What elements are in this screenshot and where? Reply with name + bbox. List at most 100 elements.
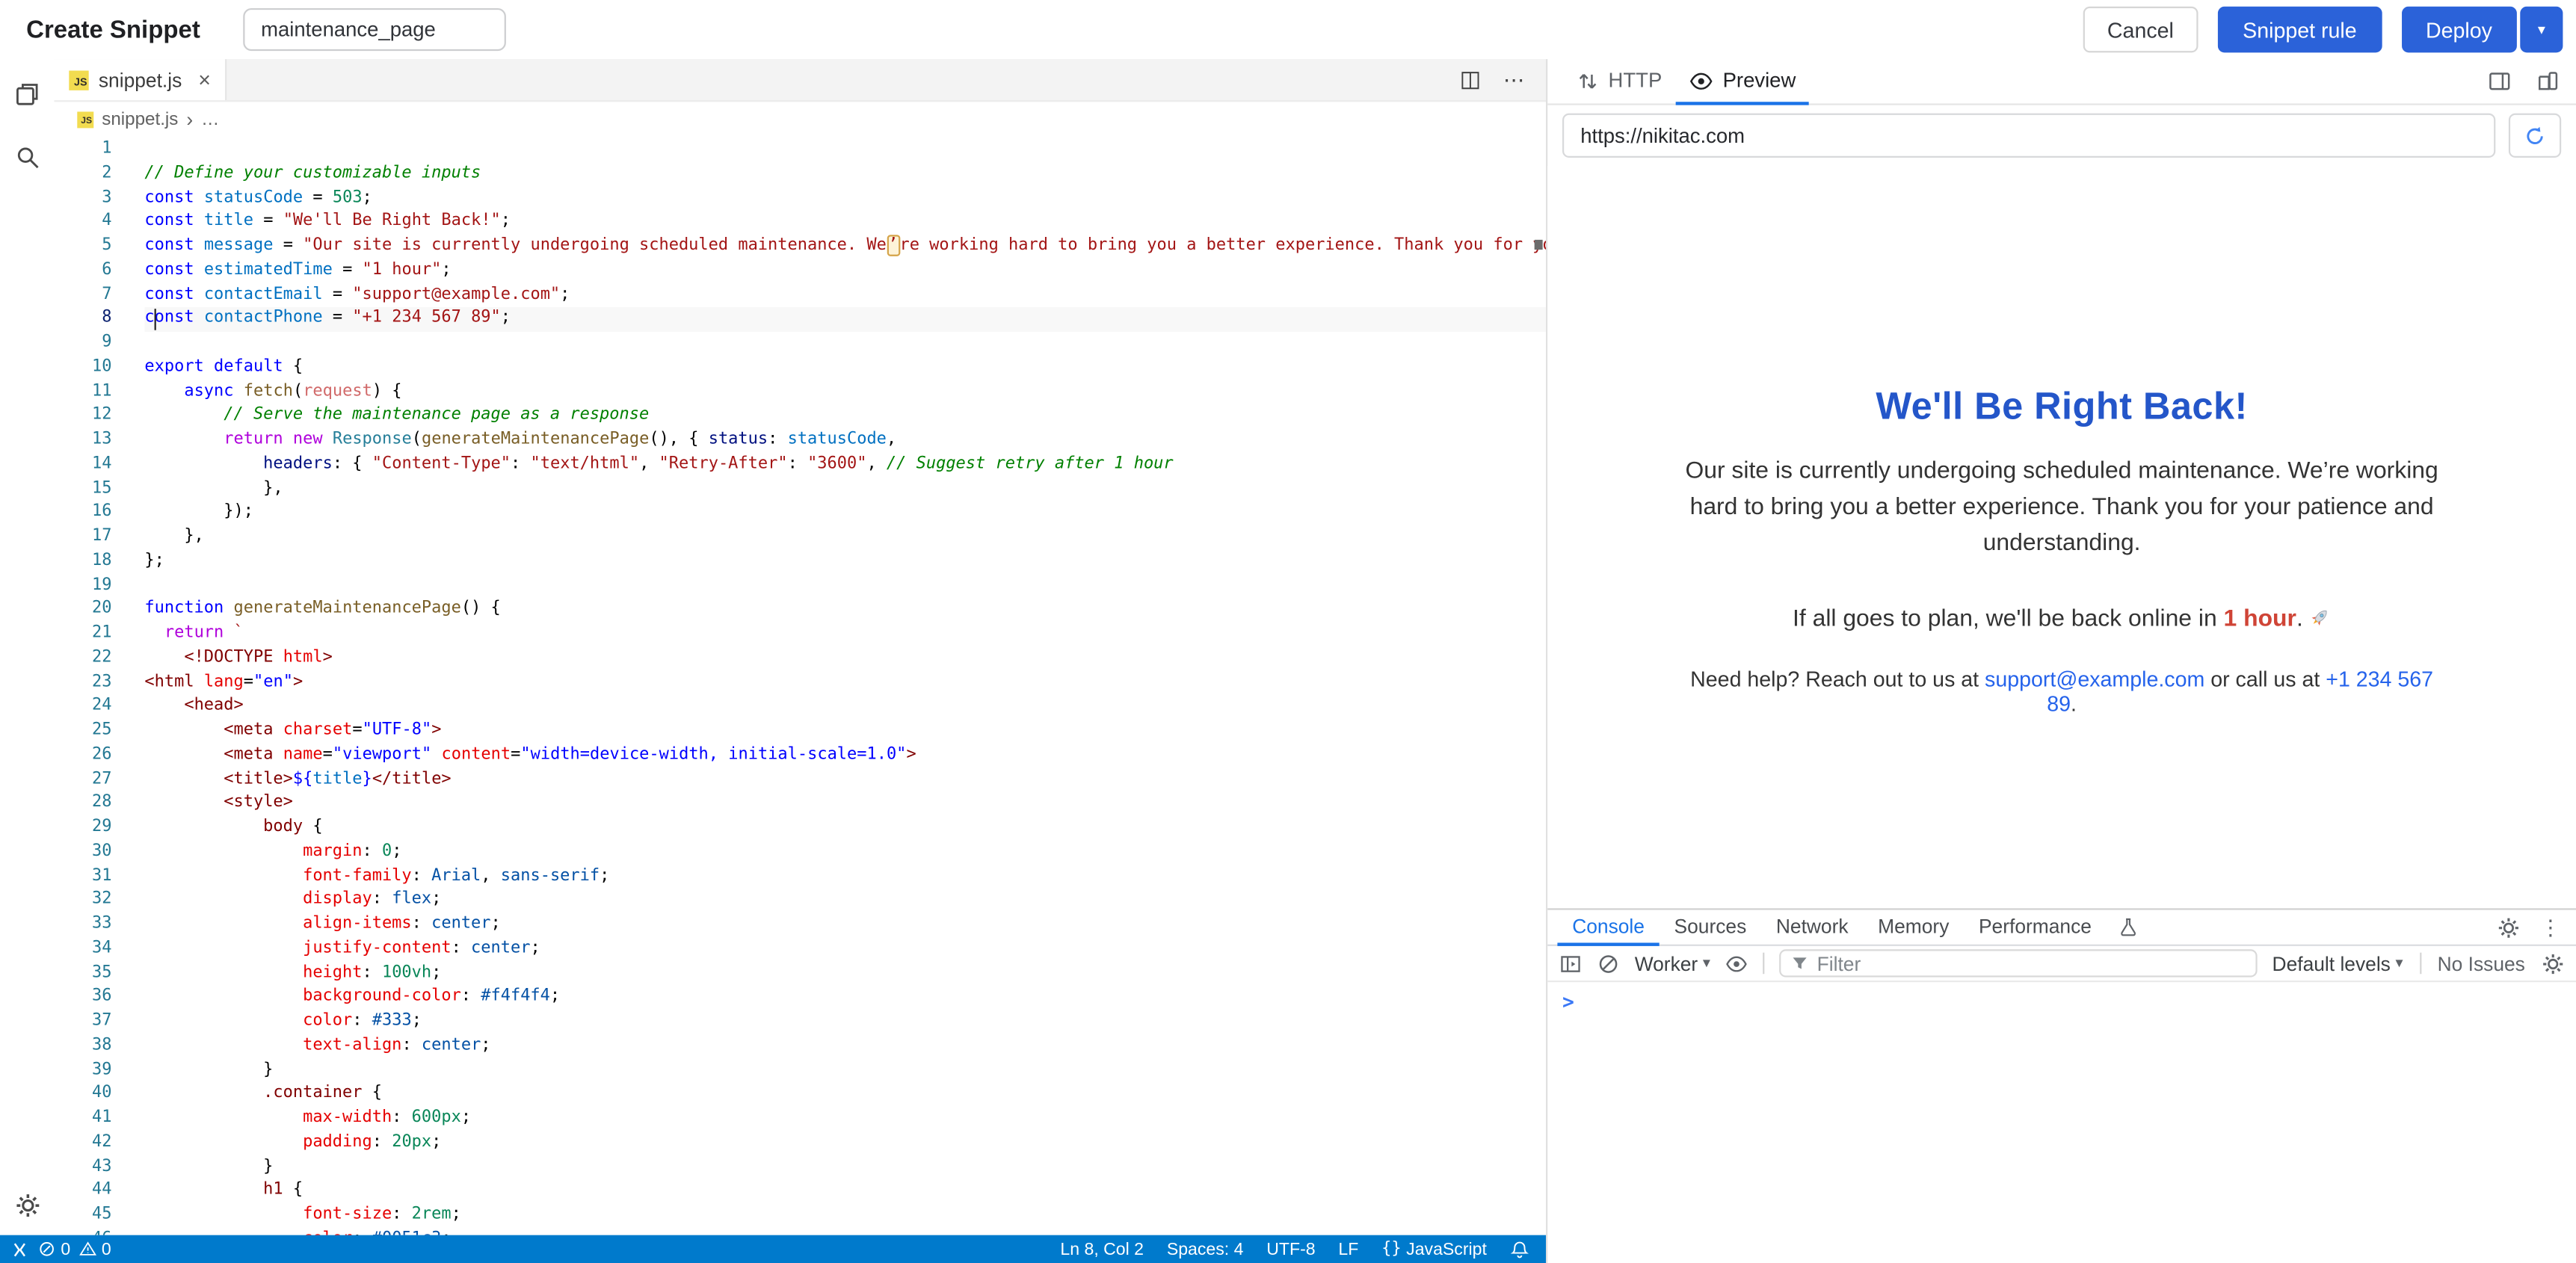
- code-line[interactable]: export default {: [144, 356, 1546, 380]
- encoding[interactable]: UTF-8: [1266, 1239, 1315, 1259]
- code-line[interactable]: const contactEmail = "support@example.co…: [144, 283, 1546, 307]
- problems-warnings[interactable]: 0: [78, 1239, 111, 1259]
- code-line[interactable]: return new Response(generateMaintenanceP…: [144, 429, 1546, 453]
- cancel-button[interactable]: Cancel: [2083, 7, 2198, 53]
- line-number[interactable]: 5: [55, 235, 112, 259]
- kebab-menu-icon[interactable]: ⋮: [2540, 914, 2562, 940]
- line-number[interactable]: 16: [55, 501, 112, 525]
- line-number[interactable]: 17: [55, 525, 112, 549]
- more-actions-icon[interactable]: ⋯: [1503, 69, 1526, 90]
- line-number[interactable]: 34: [55, 937, 112, 961]
- line-number[interactable]: 18: [55, 550, 112, 574]
- settings-gear-icon[interactable]: [14, 1193, 40, 1219]
- issues-counter[interactable]: No Issues: [2438, 952, 2525, 975]
- devtools-tab-network[interactable]: Network: [1761, 910, 1863, 946]
- line-number[interactable]: 46: [55, 1228, 112, 1235]
- code-line[interactable]: [144, 332, 1546, 356]
- log-levels-selector[interactable]: Default levels ▾: [2273, 952, 2403, 975]
- code-line[interactable]: const title = "We'll Be Right Back!";: [144, 211, 1546, 235]
- code-line[interactable]: background-color: #f4f4f4;: [144, 986, 1546, 1010]
- code-line[interactable]: font-size: 2rem;: [144, 1204, 1546, 1228]
- code-line[interactable]: text-align: center;: [144, 1034, 1546, 1058]
- tab-close-icon[interactable]: ×: [198, 69, 211, 90]
- code-line[interactable]: }: [144, 1058, 1546, 1082]
- console-filter-input[interactable]: Filter: [1779, 949, 2258, 977]
- tab-preview[interactable]: Preview: [1675, 59, 1809, 105]
- line-number[interactable]: 43: [55, 1155, 112, 1179]
- line-number[interactable]: 20: [55, 599, 112, 623]
- code-line[interactable]: <meta charset="UTF-8">: [144, 720, 1546, 744]
- line-number[interactable]: 21: [55, 623, 112, 646]
- line-number[interactable]: 29: [55, 816, 112, 840]
- code-line[interactable]: .container {: [144, 1083, 1546, 1107]
- line-number[interactable]: 44: [55, 1179, 112, 1203]
- line-number[interactable]: 24: [55, 695, 112, 719]
- line-number[interactable]: 13: [55, 429, 112, 453]
- language-mode[interactable]: {} JavaScript: [1381, 1239, 1487, 1259]
- line-number[interactable]: 2: [55, 162, 112, 186]
- code-line[interactable]: const statusCode = 503;: [144, 186, 1546, 210]
- line-number[interactable]: 39: [55, 1058, 112, 1082]
- deploy-button[interactable]: Deploy: [2401, 7, 2517, 53]
- code-line[interactable]: [144, 574, 1546, 598]
- line-number[interactable]: 11: [55, 380, 112, 404]
- line-number[interactable]: 7: [55, 283, 112, 307]
- code-line[interactable]: height: 100vh;: [144, 962, 1546, 986]
- line-number[interactable]: 10: [55, 356, 112, 380]
- code-line[interactable]: <style>: [144, 792, 1546, 816]
- snippet-rule-button[interactable]: Snippet rule: [2218, 7, 2381, 53]
- snippet-name-input[interactable]: [243, 8, 506, 51]
- console-output[interactable]: >: [1547, 982, 2576, 1263]
- code-line[interactable]: headers: { "Content-Type": "text/html", …: [144, 453, 1546, 477]
- line-number[interactable]: 35: [55, 962, 112, 986]
- code-line[interactable]: }: [144, 1155, 1546, 1179]
- code-line[interactable]: const message = "Our site is currently u…: [144, 235, 1546, 259]
- breadcrumb-file[interactable]: snippet.js: [102, 110, 178, 129]
- line-number[interactable]: 22: [55, 646, 112, 670]
- problems-errors[interactable]: 0: [38, 1239, 71, 1259]
- line-number[interactable]: 3: [55, 186, 112, 210]
- line-number[interactable]: 28: [55, 792, 112, 816]
- deploy-dropdown-button[interactable]: ▾: [2520, 7, 2563, 53]
- code-line[interactable]: body {: [144, 816, 1546, 840]
- code-line[interactable]: return `: [144, 623, 1546, 646]
- url-input[interactable]: [1562, 114, 2495, 158]
- code-line[interactable]: h1 {: [144, 1179, 1546, 1203]
- code-editor[interactable]: 1234567891011121314151617181920212223242…: [55, 138, 1547, 1235]
- panel-layout-icon[interactable]: [2487, 69, 2512, 93]
- support-email-link[interactable]: support@example.com: [1985, 666, 2204, 691]
- devtools-tab-memory[interactable]: Memory: [1863, 910, 1964, 946]
- code-line[interactable]: font-family: Arial, sans-serif;: [144, 865, 1546, 889]
- line-number[interactable]: 27: [55, 768, 112, 791]
- code-line[interactable]: <title>${title}</title>: [144, 768, 1546, 791]
- code-line[interactable]: },: [144, 525, 1546, 549]
- console-sidebar-icon[interactable]: [1559, 952, 1583, 975]
- line-number[interactable]: 19: [55, 574, 112, 598]
- code-line[interactable]: });: [144, 501, 1546, 525]
- tab-snippet-js[interactable]: JS snippet.js ×: [55, 59, 227, 100]
- line-number[interactable]: 42: [55, 1131, 112, 1155]
- line-number[interactable]: 6: [55, 259, 112, 283]
- code-line[interactable]: color: #333;: [144, 1010, 1546, 1034]
- line-number[interactable]: 12: [55, 404, 112, 428]
- clear-console-icon[interactable]: [1597, 952, 1620, 975]
- refresh-button[interactable]: [2509, 114, 2561, 158]
- code-line[interactable]: color: #0051c3;: [144, 1228, 1546, 1235]
- line-number[interactable]: 32: [55, 889, 112, 913]
- line-number[interactable]: 36: [55, 986, 112, 1010]
- line-number[interactable]: 30: [55, 841, 112, 865]
- console-settings-gear-icon[interactable]: [2542, 952, 2565, 975]
- line-number[interactable]: 8: [55, 308, 112, 332]
- devtools-settings-gear-icon[interactable]: [2498, 915, 2521, 939]
- line-number[interactable]: 38: [55, 1034, 112, 1058]
- code-line[interactable]: margin: 0;: [144, 841, 1546, 865]
- split-editor-icon[interactable]: [1459, 68, 1482, 91]
- code-line[interactable]: function generateMaintenancePage() {: [144, 599, 1546, 623]
- search-icon[interactable]: [14, 144, 40, 170]
- line-number[interactable]: 40: [55, 1083, 112, 1107]
- notifications-bell-icon[interactable]: [1510, 1239, 1529, 1259]
- line-number[interactable]: 26: [55, 744, 112, 768]
- code-line[interactable]: <meta name="viewport" content="width=dev…: [144, 744, 1546, 768]
- line-number[interactable]: 33: [55, 913, 112, 937]
- experiments-flask-icon[interactable]: [2107, 910, 2151, 945]
